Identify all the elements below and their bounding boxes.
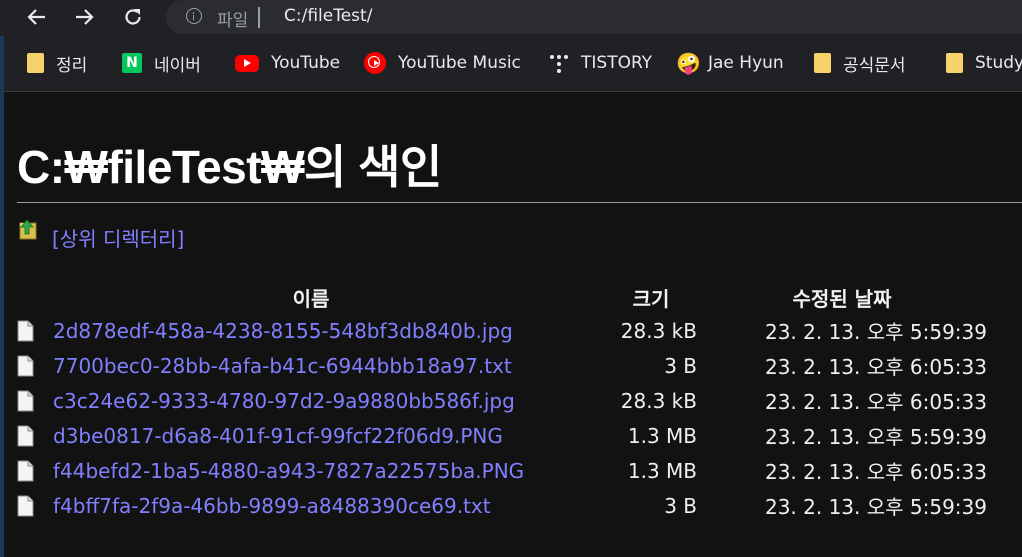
url-text[interactable]: C:/fileTest/	[284, 6, 372, 26]
divider	[258, 7, 260, 28]
file-icon	[17, 460, 34, 481]
reload-button[interactable]	[115, 0, 151, 34]
table-header-row: 이름 크기 수정된 날짜	[17, 281, 987, 313]
side-edge	[0, 36, 4, 557]
file-link[interactable]: f4bff7fa-2f9a-46bb-9899-a8488390ce69.txt	[53, 494, 491, 518]
scheme-label: 파일	[217, 11, 249, 31]
address-bar[interactable]: 파일 C:/fileTest/	[166, 0, 1022, 34]
bookmark-label: 네이버	[154, 55, 201, 76]
info-icon[interactable]	[186, 8, 202, 24]
bookmark-label: 정리	[56, 55, 88, 76]
folder-up-icon	[19, 219, 37, 240]
parent-directory-link[interactable]: [상위 디렉터리]	[52, 223, 184, 252]
table-row: f4bff7fa-2f9a-46bb-9899-a8488390ce69.txt…	[17, 488, 987, 523]
divider	[17, 202, 1022, 203]
column-header-name[interactable]: 이름	[17, 281, 605, 313]
bookmark-label: TISTORY	[581, 53, 653, 73]
back-button[interactable]	[19, 0, 55, 34]
table-row: c3c24e62-9333-4780-97d2-9a9880bb586f.jpg…	[17, 383, 987, 418]
youtube-icon	[235, 54, 259, 72]
file-modified-date: 23. 2. 13. 오후 5:59:39	[764, 495, 987, 519]
bookmarks-bar: 정리 N 네이버 YouTube YouTube Music TISTORY 🤪…	[0, 36, 1022, 92]
file-name-cell: 7700bec0-28bb-4afa-b41c-6944bbb18a97.txt	[17, 348, 605, 383]
bookmark-label: Jae Hyun	[708, 53, 784, 73]
bookmark-jeongri[interactable]: 정리	[27, 50, 87, 76]
file-icon	[17, 390, 34, 411]
bookmark-official-docs[interactable]: 공식문서	[814, 50, 906, 76]
forward-button[interactable]	[66, 0, 102, 34]
file-modified-date: 23. 2. 13. 오후 6:05:33	[764, 390, 987, 414]
file-size: 3 B	[664, 353, 697, 378]
column-header-modified[interactable]: 수정된 날짜	[697, 281, 987, 313]
file-modified-date: 23. 2. 13. 오후 5:59:39	[764, 425, 987, 449]
bookmark-naver[interactable]: N 네이버	[122, 50, 201, 76]
bookmark-study[interactable]: Study	[946, 50, 1022, 76]
bookmark-jae-hyun[interactable]: 🤪 Jae Hyun	[676, 50, 784, 76]
bookmark-label: Study	[975, 53, 1022, 73]
arrow-right-icon	[76, 9, 94, 25]
bookmark-label: YouTube Music	[398, 53, 521, 73]
bookmark-youtube-music[interactable]: YouTube Music	[364, 50, 521, 76]
bookmark-label: YouTube	[271, 53, 341, 73]
folder-icon	[814, 53, 831, 73]
file-name-cell: f4bff7fa-2f9a-46bb-9899-a8488390ce69.txt	[17, 488, 605, 523]
file-modified-date: 23. 2. 13. 오후 6:05:33	[764, 460, 987, 484]
file-table: 이름 크기 수정된 날짜 2d878edf-458a-4238-8155-548…	[17, 281, 987, 523]
table-row: 2d878edf-458a-4238-8155-548bf3db840b.jpg…	[17, 313, 987, 348]
file-icon	[17, 495, 34, 516]
youtube-music-icon	[364, 52, 386, 74]
table-row: 7700bec0-28bb-4afa-b41c-6944bbb18a97.txt…	[17, 348, 987, 383]
file-link[interactable]: f44befd2-1ba5-4880-a943-7827a22575ba.PNG	[53, 459, 524, 483]
page-title: C:₩fileTest₩의 색인	[17, 141, 442, 193]
file-link[interactable]: 2d878edf-458a-4238-8155-548bf3db840b.jpg	[53, 319, 513, 343]
file-name-cell: 2d878edf-458a-4238-8155-548bf3db840b.jpg	[17, 313, 605, 348]
file-icon	[17, 320, 34, 341]
file-link[interactable]: c3c24e62-9333-4780-97d2-9a9880bb586f.jpg	[53, 389, 515, 413]
table-row: d3be0817-d6a8-401f-91cf-99fcf22f06d9.PNG…	[17, 418, 987, 453]
folder-icon	[946, 53, 963, 73]
tistory-icon	[549, 53, 569, 73]
file-size: 3 B	[664, 493, 697, 518]
emoji-face-icon: 🤪	[676, 51, 701, 75]
file-modified-date: 23. 2. 13. 오후 6:05:33	[764, 355, 987, 379]
file-icon	[17, 425, 34, 446]
file-size: 1.3 MB	[627, 423, 697, 448]
file-size: 28.3 kB	[620, 318, 697, 343]
arrow-left-icon	[27, 9, 45, 25]
file-name-cell: c3c24e62-9333-4780-97d2-9a9880bb586f.jpg	[17, 383, 605, 418]
file-name-cell: d3be0817-d6a8-401f-91cf-99fcf22f06d9.PNG	[17, 418, 605, 453]
file-size: 1.3 MB	[627, 458, 697, 483]
table-row: f44befd2-1ba5-4880-a943-7827a22575ba.PNG…	[17, 453, 987, 488]
browser-toolbar: 파일 C:/fileTest/	[0, 0, 1022, 36]
reload-icon	[125, 9, 141, 25]
file-name-cell: f44befd2-1ba5-4880-a943-7827a22575ba.PNG	[17, 453, 605, 488]
bookmark-youtube[interactable]: YouTube	[235, 50, 340, 76]
bookmark-tistory[interactable]: TISTORY	[549, 50, 652, 76]
bookmark-label: 공식문서	[843, 55, 906, 76]
folder-icon	[27, 53, 44, 73]
naver-icon: N	[122, 53, 142, 73]
file-size: 28.3 kB	[620, 388, 697, 413]
file-link[interactable]: d3be0817-d6a8-401f-91cf-99fcf22f06d9.PNG	[53, 424, 503, 448]
file-icon	[17, 355, 34, 376]
column-header-size[interactable]: 크기	[605, 281, 697, 313]
file-link[interactable]: 7700bec0-28bb-4afa-b41c-6944bbb18a97.txt	[53, 354, 512, 378]
file-modified-date: 23. 2. 13. 오후 5:59:39	[764, 320, 987, 344]
